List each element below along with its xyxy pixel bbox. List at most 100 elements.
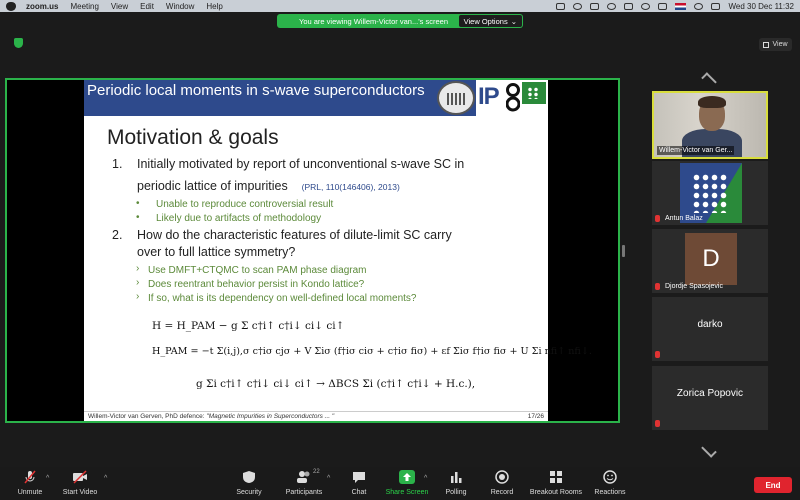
reactions-label: Reactions bbox=[594, 489, 626, 496]
meeting-toolbar: Unmute ^ Start Video ^ Security Particip… bbox=[0, 467, 800, 500]
scroll-up-button[interactable] bbox=[701, 72, 717, 88]
security-label: Security bbox=[236, 489, 262, 496]
apple-icon[interactable] bbox=[6, 1, 16, 11]
banner-text: You are viewing Willem-Victor van...'s s… bbox=[299, 16, 448, 26]
menu-help[interactable]: Help bbox=[206, 2, 222, 11]
breakout-rooms-icon bbox=[550, 471, 562, 483]
grid-icon bbox=[763, 41, 770, 48]
caret-up-icon[interactable]: ^ bbox=[46, 475, 49, 482]
menu-app-name[interactable]: zoom.us bbox=[26, 2, 58, 11]
sub-bullet: Use DMFT+CTQMC to scan PAM phase diagram bbox=[148, 265, 367, 276]
view-button[interactable]: View bbox=[759, 38, 792, 51]
reference-link: (PRL, 110(146406), 2013) bbox=[301, 182, 400, 192]
shared-screen[interactable]: Periodic local moments in s-wave superco… bbox=[5, 78, 620, 423]
macos-menu-bar: zoom.us Meeting View Edit Window Help We… bbox=[0, 0, 800, 12]
record-button[interactable]: Record bbox=[472, 470, 532, 496]
item-text: over to full lattice symmetry? bbox=[137, 245, 296, 259]
participant-tile[interactable]: Willem-Victor van Ger... bbox=[652, 91, 768, 159]
security-button[interactable]: Security bbox=[219, 470, 279, 496]
muted-icon bbox=[655, 420, 660, 427]
status-icon[interactable] bbox=[556, 2, 566, 10]
presentation-slide: Periodic local moments in s-wave superco… bbox=[84, 80, 592, 421]
record-label: Record bbox=[490, 489, 514, 496]
zoom-window: { "menubar": { "app": "zoom.us", "items"… bbox=[0, 0, 800, 500]
muted-icon bbox=[655, 283, 660, 290]
bullet-dot: • bbox=[136, 212, 140, 223]
equation-hamiltonian: H = H_PAM − g Σ c†i↑ c†i↓ ci↓ ci↑ bbox=[152, 320, 345, 332]
participant-tile[interactable]: Zorica Popovic bbox=[652, 366, 768, 430]
clock[interactable]: Wed 30 Dec 11:32 bbox=[728, 2, 794, 11]
screen-share-banner: You are viewing Willem-Victor van...'s s… bbox=[277, 14, 523, 28]
participants-label: Participants bbox=[285, 489, 323, 496]
microphone-muted-icon bbox=[24, 470, 36, 484]
keyboard-flag-icon[interactable] bbox=[675, 2, 687, 10]
reactions-button[interactable]: Reactions bbox=[580, 470, 640, 496]
chevron-up-icon bbox=[701, 72, 717, 88]
security-shield-icon[interactable] bbox=[14, 38, 23, 48]
equation-pam: H_PAM = −t Σ(i,j),σ c†iσ cjσ + V Σiσ (f†… bbox=[152, 346, 592, 357]
control-center-icon[interactable] bbox=[711, 2, 721, 10]
sub-bullet: Likely due to artifacts of methodology bbox=[156, 213, 322, 224]
slide-header: Periodic local moments in s-wave superco… bbox=[84, 80, 548, 116]
bullet-dot: • bbox=[136, 198, 140, 209]
muted-icon bbox=[655, 215, 660, 222]
footer-thesis-title: "Magnetic Impurities in Superconductors … bbox=[206, 413, 335, 420]
slide-heading: Motivation & goals bbox=[107, 126, 279, 149]
shield-icon bbox=[243, 471, 255, 483]
volume-icon[interactable] bbox=[658, 2, 668, 10]
share-screen-icon bbox=[399, 470, 415, 484]
institute-logo-text: IP bbox=[478, 83, 500, 110]
chevron-down-icon: ⌄ bbox=[510, 16, 517, 26]
participant-name: Antun Balaz bbox=[665, 215, 703, 222]
wifi-icon[interactable] bbox=[641, 2, 651, 10]
status-icon[interactable] bbox=[590, 2, 600, 10]
footer-left: Willem-Victor van Gerven, PhD defence: "… bbox=[88, 413, 334, 420]
menu-edit[interactable]: Edit bbox=[140, 2, 154, 11]
video-off-icon bbox=[73, 470, 87, 484]
menu-meeting[interactable]: Meeting bbox=[70, 2, 98, 11]
item-text: Initially motivated by report of unconve… bbox=[137, 157, 465, 171]
start-video-label: Start Video bbox=[62, 489, 98, 496]
chevron-down-icon bbox=[701, 442, 717, 458]
item-text-line: periodic lattice of impurities bbox=[137, 179, 288, 193]
breakout-rooms-label: Breakout Rooms bbox=[529, 489, 583, 496]
resize-handle[interactable] bbox=[622, 245, 625, 257]
participants-count: 22 bbox=[313, 469, 320, 475]
participant-name: Djordje Spasojevic bbox=[665, 283, 723, 290]
slide-footer: Willem-Victor van Gerven, PhD defence: "… bbox=[84, 411, 548, 421]
breakout-rooms-button[interactable]: Breakout Rooms bbox=[526, 470, 586, 496]
slide-page-number: 17/26 bbox=[527, 413, 544, 420]
institute-logo-mark bbox=[506, 83, 520, 112]
polling-icon bbox=[451, 472, 462, 483]
view-options-button[interactable]: View Options ⌄ bbox=[458, 15, 522, 27]
university-seal-logo bbox=[437, 81, 475, 115]
end-meeting-button[interactable]: End bbox=[754, 477, 792, 493]
footer-author: Willem-Victor van Gerven, PhD defence: bbox=[88, 413, 205, 420]
reactions-icon bbox=[603, 470, 617, 484]
chat-icon bbox=[353, 472, 365, 483]
participant-name: Zorica Popovic bbox=[676, 388, 744, 399]
participant-name: darko bbox=[697, 319, 723, 330]
participant-tile[interactable]: darko bbox=[652, 297, 768, 361]
caret-up-icon[interactable]: ^ bbox=[104, 475, 107, 482]
start-video-button[interactable]: Start Video bbox=[50, 470, 110, 496]
muted-icon bbox=[655, 351, 660, 358]
view-options-label: View Options bbox=[463, 16, 508, 26]
battery-icon[interactable] bbox=[624, 2, 634, 10]
menu-view[interactable]: View bbox=[111, 2, 128, 11]
participant-tile[interactable]: D Djordje Spasojevic bbox=[652, 229, 768, 293]
item-text: periodic lattice of impurities (PRL, 110… bbox=[137, 179, 400, 195]
bullet-arrow: › bbox=[136, 291, 140, 302]
search-icon[interactable] bbox=[694, 2, 704, 10]
bullet-arrow: › bbox=[136, 277, 140, 288]
status-icon[interactable] bbox=[573, 2, 583, 10]
scroll-down-button[interactable] bbox=[701, 442, 717, 458]
menu-window[interactable]: Window bbox=[166, 2, 194, 11]
item-text: How do the characteristic features of di… bbox=[137, 228, 452, 242]
participant-tile[interactable]: Antun Balaz bbox=[652, 161, 768, 225]
participants-button[interactable]: Participants bbox=[274, 470, 334, 496]
institute-logo: IP bbox=[476, 80, 548, 116]
sub-bullet: Unable to reproduce controversial result bbox=[156, 199, 334, 210]
sync-icon[interactable] bbox=[607, 2, 617, 10]
record-icon bbox=[495, 470, 509, 484]
